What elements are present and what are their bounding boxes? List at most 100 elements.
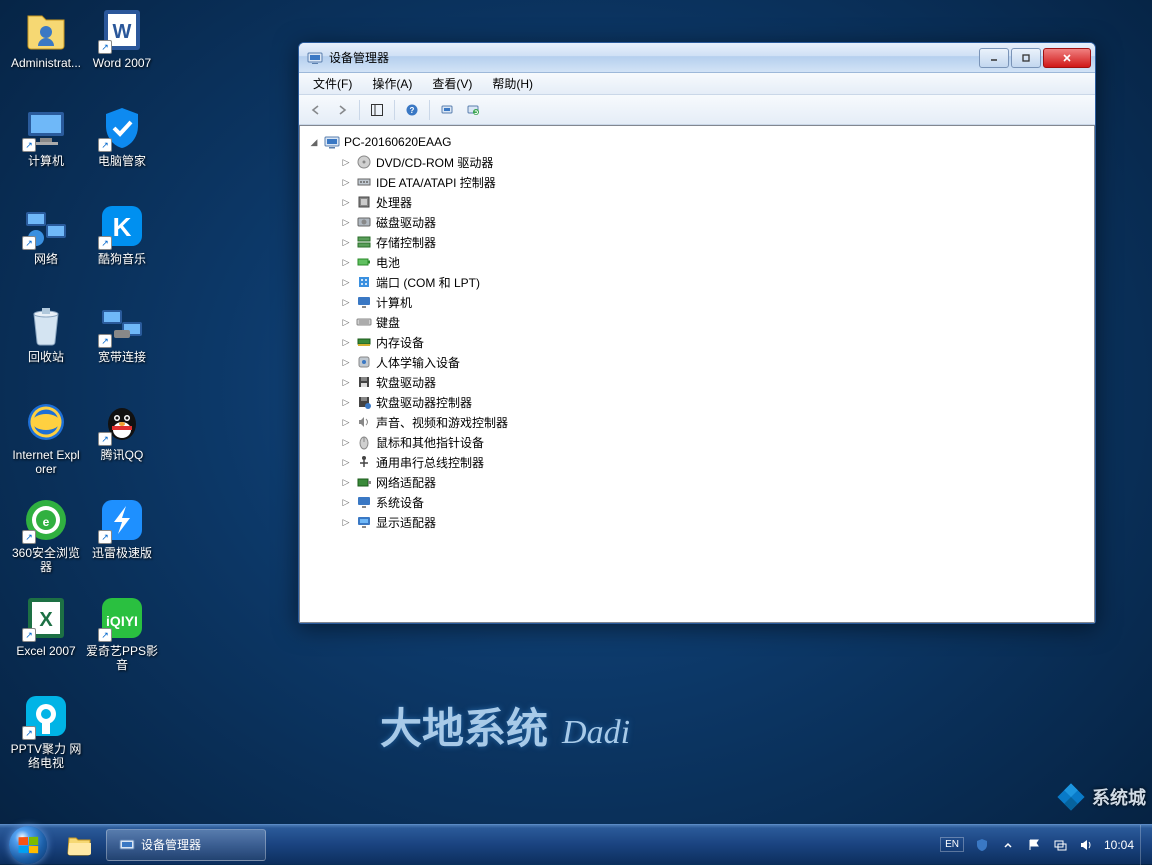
expand-icon[interactable]: ▷	[340, 256, 352, 268]
start-orb-icon	[9, 826, 47, 864]
ie-icon	[22, 398, 70, 446]
expand-icon[interactable]: ▷	[340, 456, 352, 468]
expand-icon[interactable]: ▷	[340, 196, 352, 208]
desktop-icon-thunder[interactable]: ↗迅雷极速版	[84, 494, 160, 562]
desktop-icon-pcmgr[interactable]: ↗电脑管家	[84, 102, 160, 170]
tree-node-ports[interactable]: ▷端口 (COM 和 LPT)	[322, 272, 1092, 292]
tree-node-memory[interactable]: ▷内存设备	[322, 332, 1092, 352]
expand-icon[interactable]: ▷	[340, 336, 352, 348]
tree-node-floppy[interactable]: ▷ 软盘驱动器	[322, 372, 1092, 392]
desktop-icon-network[interactable]: ↗网络	[8, 200, 84, 268]
expand-icon[interactable]: ▷	[340, 496, 352, 508]
tray-network-icon[interactable]	[1052, 837, 1068, 853]
menu-file[interactable]: 文件(F)	[303, 73, 362, 94]
tree-node-disk[interactable]: ▷磁盘驱动器	[322, 212, 1092, 232]
close-button[interactable]	[1043, 48, 1091, 68]
excel-icon: X↗	[22, 594, 70, 642]
expand-icon[interactable]: ▷	[340, 156, 352, 168]
desktop-icon-kugou[interactable]: K↗酷狗音乐	[84, 200, 160, 268]
expand-icon[interactable]: ▷	[340, 276, 352, 288]
forward-button[interactable]	[331, 99, 353, 121]
desktop-icon-pptv[interactable]: ↗PPTV聚力 网络电视	[8, 690, 84, 773]
tree-node-keyboard[interactable]: ▷键盘	[322, 312, 1092, 332]
keyboard-icon	[356, 314, 372, 330]
ide-icon	[356, 174, 372, 190]
menu-view[interactable]: 查看(V)	[422, 73, 482, 94]
device-tree[interactable]: ◢ PC-20160620EAAG ▷ DVD/CD-ROM 驱动器▷IDE AT…	[299, 125, 1095, 623]
tree-node-cpu[interactable]: ▷ 处理器	[322, 192, 1092, 212]
desktop-icon-excel[interactable]: X↗Excel 2007	[8, 592, 84, 660]
tree-node-usb[interactable]: ▷通用串行总线控制器	[322, 452, 1092, 472]
desktop-icon-word[interactable]: W↗Word 2007	[84, 4, 160, 72]
tree-root-node[interactable]: ◢ PC-20160620EAAG	[308, 132, 1092, 152]
expand-icon[interactable]: ▷	[340, 316, 352, 328]
taskbar-task-devmgr[interactable]: 设备管理器	[106, 829, 266, 861]
desktop-icon-ie[interactable]: Internet Explorer	[8, 396, 84, 479]
expand-icon[interactable]: ▷	[340, 476, 352, 488]
tray-flag-icon[interactable]	[1026, 837, 1042, 853]
desktop-icon-computer[interactable]: ↗计算机	[8, 102, 84, 170]
desktop-icon-label: 迅雷极速版	[92, 546, 152, 560]
show-panel-button[interactable]	[366, 99, 388, 121]
expand-icon[interactable]: ▷	[340, 376, 352, 388]
back-button[interactable]	[305, 99, 327, 121]
tray-speaker-icon[interactable]	[1078, 837, 1094, 853]
tree-node-system[interactable]: ▷ 系统设备	[322, 492, 1092, 512]
tree-node-storage[interactable]: ▷存储控制器	[322, 232, 1092, 252]
desktop-icon-admin[interactable]: Administrat...	[8, 4, 84, 72]
menubar: 文件(F) 操作(A) 查看(V) 帮助(H)	[299, 73, 1095, 95]
maximize-button[interactable]	[1011, 48, 1041, 68]
tree-node-label: 处理器	[376, 194, 412, 211]
scan-button[interactable]	[436, 99, 458, 121]
desktop-icon-iqiyi[interactable]: iQIYI↗爱奇艺PPS影音	[84, 592, 160, 675]
tree-node-hid[interactable]: ▷人体学输入设备	[322, 352, 1092, 372]
tree-node-battery[interactable]: ▷电池	[322, 252, 1092, 272]
tree-node-label: DVD/CD-ROM 驱动器	[376, 154, 493, 171]
refresh-button[interactable]	[462, 99, 484, 121]
expand-icon[interactable]: ▷	[340, 356, 352, 368]
menu-action[interactable]: 操作(A)	[362, 73, 422, 94]
desktop-icon-recycle[interactable]: 回收站	[8, 298, 84, 366]
tree-node-label: 系统设备	[376, 494, 424, 511]
expand-icon[interactable]: ▷	[340, 296, 352, 308]
tree-node-sound[interactable]: ▷声音、视频和游戏控制器	[322, 412, 1092, 432]
start-button[interactable]	[0, 825, 56, 865]
tree-node-floppyc[interactable]: ▷ 软盘驱动器控制器	[322, 392, 1092, 412]
pcmgr-icon: ↗	[98, 104, 146, 152]
show-desktop-button[interactable]	[1140, 825, 1152, 865]
tree-node-dvd[interactable]: ▷ DVD/CD-ROM 驱动器	[322, 152, 1092, 172]
expand-icon[interactable]: ▷	[340, 436, 352, 448]
tree-node-label: 软盘驱动器控制器	[376, 394, 472, 411]
desktop-icon-qq[interactable]: ↗腾讯QQ	[84, 396, 160, 464]
tray-chevron-up-icon[interactable]	[1000, 837, 1016, 853]
menu-help[interactable]: 帮助(H)	[482, 73, 543, 94]
tree-node-netadapter[interactable]: ▷网络适配器	[322, 472, 1092, 492]
desktop-icon-label: 酷狗音乐	[98, 252, 146, 266]
titlebar[interactable]: 设备管理器	[299, 43, 1095, 73]
desktop-icon-360[interactable]: e↗360安全浏览器	[8, 494, 84, 577]
usb-icon	[356, 454, 372, 470]
expand-icon[interactable]: ▷	[340, 416, 352, 428]
tree-node-label: 软盘驱动器	[376, 374, 436, 391]
expand-icon[interactable]: ▷	[340, 516, 352, 528]
expand-icon[interactable]: ▷	[340, 216, 352, 228]
help-toolbar-button[interactable]: ?	[401, 99, 423, 121]
tree-node-display[interactable]: ▷显示适配器	[322, 512, 1092, 532]
display-icon	[356, 514, 372, 530]
tray-clock[interactable]: 10:04	[1104, 838, 1134, 852]
minimize-button[interactable]	[979, 48, 1009, 68]
expand-icon[interactable]: ▷	[340, 236, 352, 248]
desktop-icon-broadband[interactable]: ↗宽带连接	[84, 298, 160, 366]
recycle-icon	[22, 300, 70, 348]
tray-language[interactable]: EN	[940, 837, 964, 852]
tree-node-mouse[interactable]: ▷鼠标和其他指针设备	[322, 432, 1092, 452]
tree-node-ide[interactable]: ▷IDE ATA/ATAPI 控制器	[322, 172, 1092, 192]
expand-icon[interactable]: ▷	[340, 396, 352, 408]
collapse-icon[interactable]: ◢	[308, 136, 320, 148]
tray-shield-icon[interactable]	[974, 837, 990, 853]
device-manager-icon	[307, 50, 323, 66]
expand-icon[interactable]: ▷	[340, 176, 352, 188]
pinned-explorer[interactable]	[56, 825, 104, 864]
battery-icon	[356, 254, 372, 270]
tree-node-pc[interactable]: ▷计算机	[322, 292, 1092, 312]
